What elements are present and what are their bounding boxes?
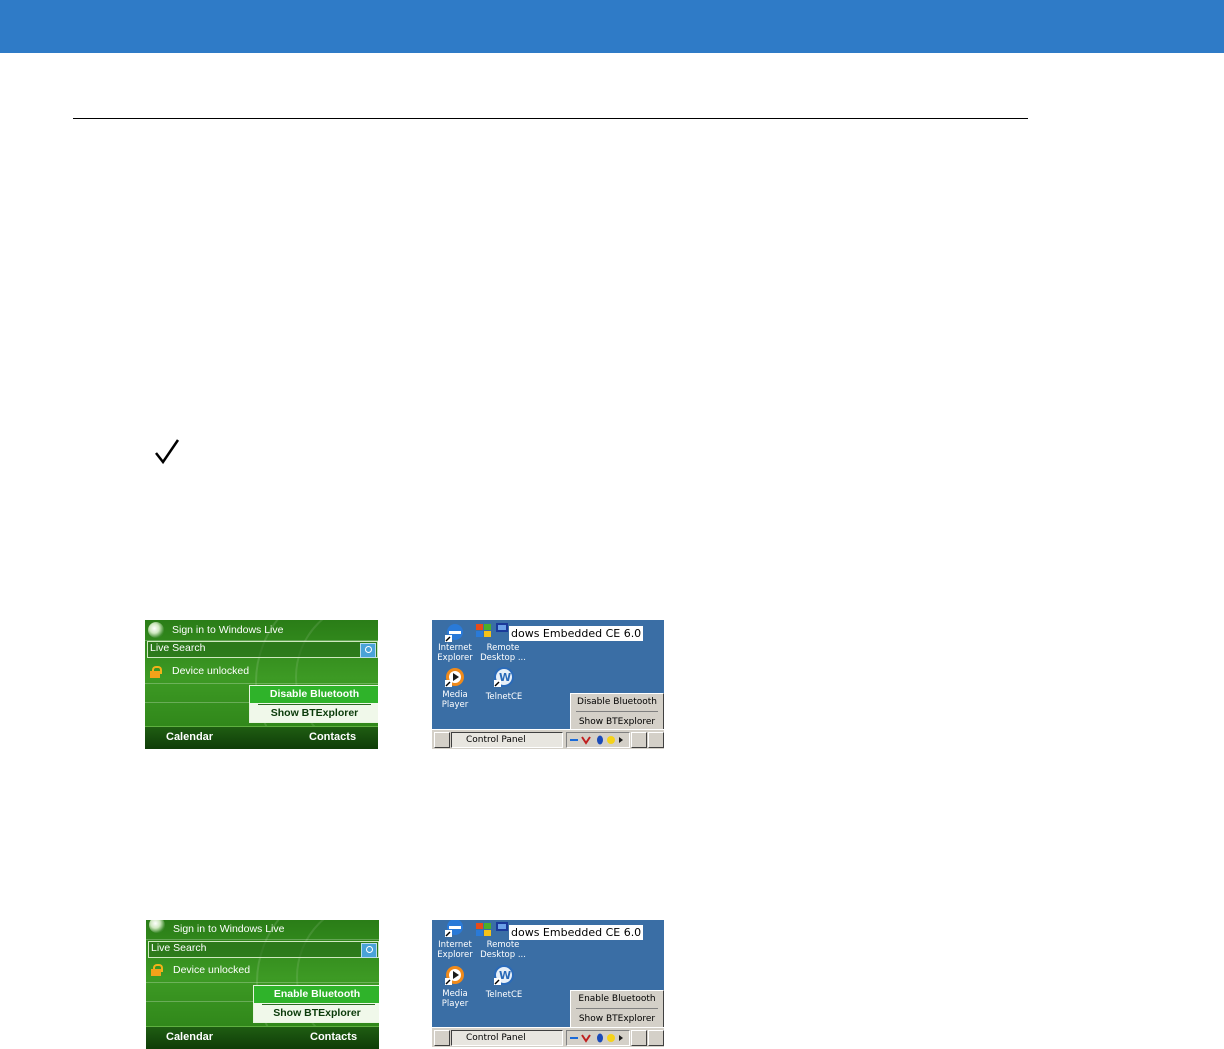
calendar-softkey[interactable]: Calendar xyxy=(166,731,213,743)
show-btexplorer-item[interactable]: Show BTExplorer xyxy=(254,1005,379,1022)
windows-logo-icon xyxy=(148,622,164,638)
contacts-softkey[interactable]: Contacts xyxy=(309,731,356,743)
windows-flag-icon xyxy=(476,624,491,637)
media-player-icon[interactable] xyxy=(444,666,466,688)
page-header-bar xyxy=(0,0,1224,53)
unlock-icon xyxy=(151,964,163,976)
search-icon[interactable] xyxy=(361,943,377,958)
remote-desktop-label: Remote Desktop ... xyxy=(480,940,526,960)
start-button[interactable] xyxy=(434,732,450,748)
bluetooth-popup-menu: Disable Bluetooth Show BTExplorer xyxy=(249,685,378,723)
internet-explorer-label: Internet Explorer xyxy=(437,940,473,960)
unlock-icon xyxy=(150,666,162,678)
ce-title-banner: dows Embedded CE 6.0 xyxy=(509,626,644,641)
windows-flag-icon xyxy=(476,923,491,936)
wm-screen-disable: Sign in to Windows Live Live Search Devi… xyxy=(145,620,378,749)
bluetooth-context-menu: Disable Bluetooth Show BTExplorer xyxy=(570,693,664,731)
internet-explorer-label: Internet Explorer xyxy=(437,643,473,663)
soft-key-bar: Calendar Contacts xyxy=(145,726,378,749)
enable-bluetooth-item[interactable]: Enable Bluetooth xyxy=(254,986,379,1003)
taskbar-item-label: Control Panel xyxy=(466,735,526,745)
windows-logo-icon xyxy=(149,920,165,933)
wm-screen-enable: Sign in to Windows Live Live Search Devi… xyxy=(146,920,379,1049)
note-check-icon xyxy=(155,439,180,465)
tray-icons xyxy=(570,735,623,745)
live-search-field[interactable]: Live Search xyxy=(147,641,378,658)
search-icon[interactable] xyxy=(360,643,376,658)
taskbar-control-panel[interactable]: Control Panel xyxy=(451,1030,563,1046)
start-button[interactable] xyxy=(434,1030,450,1046)
header-rule xyxy=(73,118,1028,119)
show-btexplorer-item[interactable]: Show BTExplorer xyxy=(571,717,663,727)
ce-title-banner: dows Embedded CE 6.0 xyxy=(509,925,644,940)
taskbar-item-label: Control Panel xyxy=(466,1033,526,1043)
telnetce-label: TelnetCE xyxy=(485,692,523,702)
media-player-icon[interactable] xyxy=(444,964,466,986)
ce-screen-enable: Internet Explorer dows Embedded CE 6.0 R… xyxy=(432,920,664,1047)
keyboard-icon[interactable] xyxy=(631,1030,647,1046)
media-player-label: Media Player xyxy=(441,989,469,1009)
bluetooth-popup-menu: Enable Bluetooth Show BTExplorer xyxy=(253,985,379,1023)
bluetooth-context-menu: Enable Bluetooth Show BTExplorer xyxy=(570,990,664,1028)
enable-bluetooth-item[interactable]: Enable Bluetooth xyxy=(571,994,663,1004)
disable-bluetooth-item[interactable]: Disable Bluetooth xyxy=(571,697,663,707)
desktop-icon[interactable] xyxy=(648,1030,664,1046)
ce-taskbar: Control Panel xyxy=(432,1027,664,1047)
remote-desktop-label: Remote Desktop ... xyxy=(480,643,526,663)
show-btexplorer-item[interactable]: Show BTExplorer xyxy=(571,1014,663,1024)
internet-explorer-icon[interactable] xyxy=(444,920,466,938)
search-label: Live Search xyxy=(151,942,207,954)
keyboard-icon[interactable] xyxy=(631,732,647,748)
device-status: Device unlocked xyxy=(172,665,250,677)
taskbar-control-panel[interactable]: Control Panel xyxy=(451,732,563,748)
show-btexplorer-item[interactable]: Show BTExplorer xyxy=(250,705,378,722)
sign-in-link[interactable]: Sign in to Windows Live xyxy=(172,624,372,636)
search-label: Live Search xyxy=(150,642,206,654)
soft-key-bar: Calendar Contacts xyxy=(146,1026,379,1049)
telnetce-icon[interactable]: W xyxy=(493,964,515,986)
system-tray xyxy=(566,732,630,748)
media-player-label: Media Player xyxy=(441,690,469,710)
telnetce-icon[interactable]: W xyxy=(493,666,515,688)
sign-in-link[interactable]: Sign in to Windows Live xyxy=(173,923,373,935)
live-search-field[interactable]: Live Search xyxy=(148,941,379,958)
desktop-icon[interactable] xyxy=(648,732,664,748)
tray-icons xyxy=(570,1033,623,1043)
ce-taskbar: Control Panel xyxy=(432,729,664,749)
disable-bluetooth-item[interactable]: Disable Bluetooth xyxy=(250,686,378,703)
calendar-softkey[interactable]: Calendar xyxy=(166,1031,213,1043)
ce-screen-disable: Internet Explorer dows Embedded CE 6.0 R… xyxy=(432,620,664,749)
device-status: Device unlocked xyxy=(173,964,251,976)
internet-explorer-icon[interactable] xyxy=(444,621,466,643)
telnetce-label: TelnetCE xyxy=(485,990,523,1000)
contacts-softkey[interactable]: Contacts xyxy=(310,1031,357,1043)
system-tray xyxy=(566,1030,630,1046)
